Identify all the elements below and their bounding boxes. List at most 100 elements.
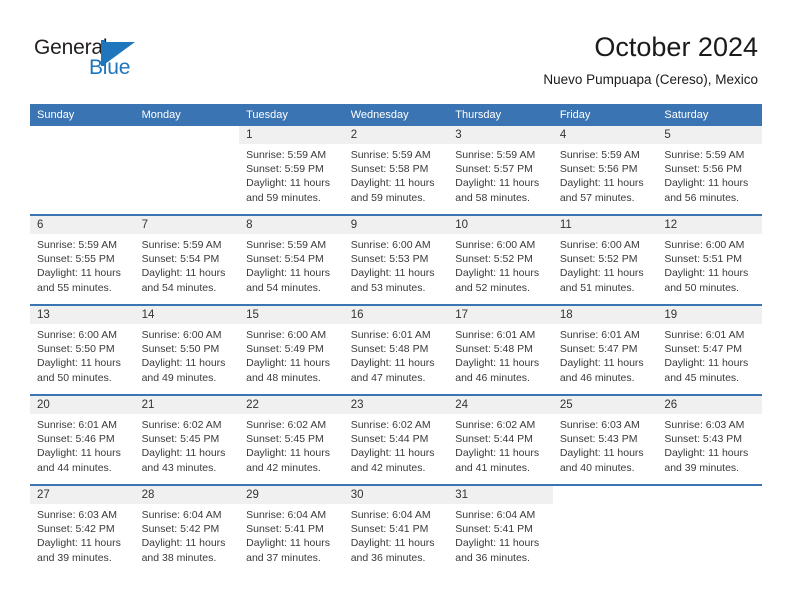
calendar-day-cell[interactable]: 2 Sunrise: 5:59 AM Sunset: 5:58 PM Daylight… [343,126,449,215]
calendar-day-cell[interactable]: 3 Sunrise: 5:59 AM Sunset: 5:57 PM Daylight… [448,126,553,215]
sun-info-sunset: Sunset: 5:48 PM [350,343,429,356]
calendar-day-cell[interactable]: 15 Sunrise: 6:00 AM Sunset: 5:49 PM Dayligh… [239,304,344,395]
calendar-day-cell[interactable]: 18 Sunrise: 6:01 AM Sunset: 5:47 PM Dayligh… [552,304,658,395]
sun-info: Sunrise: 5:59 AM Sunset: 5:54 PM Daylight:… [135,234,240,295]
day-number: 14 [134,306,240,324]
day-cell-content: 28 Sunrise: 6:04 AM Sunset: 5:42 PM Dayligh… [134,486,240,574]
calendar-day-cell[interactable]: 14 Sunrise: 6:00 AM Sunset: 5:50 PM Dayligh… [134,304,240,395]
sun-info-sunrise: Sunrise: 6:02 AM [455,419,536,431]
calendar-day-cell[interactable]: 5 Sunrise: 5:59 AM Sunset: 5:56 PM Daylight… [657,126,762,215]
sun-info-sunset: Sunset: 5:55 PM [37,253,115,266]
day-number: 13 [30,306,135,324]
calendar-day-cell[interactable]: 8 Sunrise: 5:59 AM Sunset: 5:54 PM Daylight… [239,214,344,305]
sun-info-daylight1: Daylight: 11 hours [141,357,226,370]
sun-info-sunset: Sunset: 5:58 PM [350,163,429,176]
calendar-day-cell[interactable]: 11 Sunrise: 6:00 AM Sunset: 5:52 PM Dayligh… [552,214,658,305]
calendar-day-cell[interactable]: 16 Sunrise: 6:01 AM Sunset: 5:48 PM Dayligh… [343,304,449,395]
calendar-day-cell[interactable]: 20 Sunrise: 6:01 AM Sunset: 5:46 PM Dayligh… [30,394,135,485]
sun-info-sunset: Sunset: 5:47 PM [559,343,638,356]
day-number: 16 [343,306,449,324]
sun-info-daylight1: Daylight: 11 hours [559,267,644,280]
calendar-table: Sunday Monday Tuesday Wednesday Thursday… [30,104,762,574]
sun-info-sunrise: Sunrise: 6:00 AM [350,239,431,251]
sun-info: Sunrise: 6:00 AM Sunset: 5:50 PM Daylight:… [135,324,240,385]
calendar-day-cell[interactable]: 4 Sunrise: 5:59 AM Sunset: 5:56 PM Daylight… [552,126,658,215]
location-subtitle: Nuevo Pumpuapa (Cereso), Mexico [543,72,758,87]
day-number: 29 [239,486,344,504]
sun-info: Sunrise: 6:04 AM Sunset: 5:42 PM Daylight:… [135,504,240,565]
day-number: 28 [134,486,240,504]
calendar-day-cell[interactable]: 7 Sunrise: 5:59 AM Sunset: 5:54 PM Daylight… [134,214,240,305]
sun-info-sunrise: Sunrise: 5:59 AM [37,239,117,251]
empty-day-cell [30,126,135,214]
sun-info-daylight2: and 37 minutes. [246,551,321,564]
day-cell-content: 1 Sunrise: 5:59 AM Sunset: 5:59 PM Daylight… [239,126,344,214]
day-number: 6 [30,216,135,234]
calendar-day-cell[interactable]: 30 Sunrise: 6:04 AM Sunset: 5:41 PM Dayligh… [343,484,449,574]
sun-info-daylight2: and 55 minutes. [37,281,112,294]
day-number: 2 [343,126,449,144]
sun-info-daylight1: Daylight: 11 hours [664,447,749,460]
sun-info-sunrise: Sunrise: 6:01 AM [664,329,745,341]
calendar-day-cell[interactable]: 28 Sunrise: 6:04 AM Sunset: 5:42 PM Dayligh… [134,484,240,574]
brand-logo[interactable]: General Blue [34,36,214,88]
sun-info-daylight2: and 52 minutes. [455,281,530,294]
sun-info-sunrise: Sunrise: 6:03 AM [664,419,745,431]
sun-info: Sunrise: 6:01 AM Sunset: 5:47 PM Daylight:… [553,324,658,385]
sun-info: Sunrise: 6:02 AM Sunset: 5:45 PM Daylight:… [239,414,344,475]
day-number: 24 [448,396,553,414]
calendar-day-cell[interactable]: 27 Sunrise: 6:03 AM Sunset: 5:42 PM Dayligh… [30,484,135,574]
calendar-day-cell[interactable]: 21 Sunrise: 6:02 AM Sunset: 5:45 PM Dayligh… [134,394,240,485]
calendar-day-cell[interactable]: 9 Sunrise: 6:00 AM Sunset: 5:53 PM Daylight… [343,214,449,305]
sun-info-sunset: Sunset: 5:42 PM [141,523,220,536]
empty-day-cell [134,126,240,214]
day-number: 8 [239,216,344,234]
calendar-day-cell[interactable]: 25 Sunrise: 6:03 AM Sunset: 5:43 PM Dayligh… [552,394,658,485]
sun-info-daylight1: Daylight: 11 hours [246,447,330,460]
sun-info-daylight2: and 43 minutes. [141,461,217,474]
sun-info-sunrise: Sunrise: 6:00 AM [455,239,536,251]
sun-info-sunset: Sunset: 5:44 PM [455,433,533,446]
sun-info-daylight2: and 42 minutes. [246,461,321,474]
day-cell-content: 16 Sunrise: 6:01 AM Sunset: 5:48 PM Dayligh… [343,306,449,394]
calendar-day-cell[interactable]: 24 Sunrise: 6:02 AM Sunset: 5:44 PM Dayligh… [448,394,553,485]
sun-info-sunset: Sunset: 5:44 PM [350,433,429,446]
brand-name-blue: Blue [89,56,131,79]
sun-info-daylight2: and 36 minutes. [350,551,426,564]
sun-info: Sunrise: 6:03 AM Sunset: 5:42 PM Daylight:… [30,504,135,565]
day-number: 4 [552,126,658,144]
calendar-day-cell[interactable]: 22 Sunrise: 6:02 AM Sunset: 5:45 PM Dayligh… [239,394,344,485]
calendar-day-cell[interactable]: 23 Sunrise: 6:02 AM Sunset: 5:44 PM Dayligh… [343,394,449,485]
sun-info-daylight1: Daylight: 11 hours [37,357,121,370]
sun-info-sunset: Sunset: 5:49 PM [246,343,324,356]
sun-info-sunset: Sunset: 5:42 PM [37,523,115,536]
sun-info: Sunrise: 5:59 AM Sunset: 5:55 PM Daylight:… [30,234,135,295]
calendar-day-cell[interactable]: 31 Sunrise: 6:04 AM Sunset: 5:41 PM Dayligh… [448,484,553,574]
calendar-day-cell[interactable]: 13 Sunrise: 6:00 AM Sunset: 5:50 PM Dayligh… [30,304,135,395]
sun-info-sunset: Sunset: 5:41 PM [350,523,429,536]
calendar-day-cell[interactable]: 6 Sunrise: 5:59 AM Sunset: 5:55 PM Daylight… [30,214,135,305]
sun-info-sunset: Sunset: 5:46 PM [37,433,115,446]
sun-info-daylight1: Daylight: 11 hours [455,177,540,190]
weekday-header-sunday: Sunday [30,104,135,126]
calendar-day-cell[interactable]: 29 Sunrise: 6:04 AM Sunset: 5:41 PM Dayligh… [239,484,344,574]
sun-info-daylight1: Daylight: 11 hours [455,537,540,550]
day-cell-content: 4 Sunrise: 5:59 AM Sunset: 5:56 PM Daylight… [552,126,658,214]
calendar-day-cell[interactable]: 12 Sunrise: 6:00 AM Sunset: 5:51 PM Dayligh… [657,214,762,305]
sun-info: Sunrise: 6:04 AM Sunset: 5:41 PM Daylight:… [344,504,449,565]
sun-info-sunrise: Sunrise: 6:04 AM [246,509,327,521]
sun-info-daylight2: and 59 minutes. [246,191,321,204]
sun-info-sunrise: Sunrise: 6:01 AM [350,329,431,341]
calendar-day-cell[interactable]: 10 Sunrise: 6:00 AM Sunset: 5:52 PM Dayligh… [448,214,553,305]
calendar-day-cell[interactable]: 26 Sunrise: 6:03 AM Sunset: 5:43 PM Dayligh… [657,394,762,485]
sun-info-sunrise: Sunrise: 5:59 AM [246,149,327,161]
calendar-week-row: 6 Sunrise: 5:59 AM Sunset: 5:55 PM Daylight… [30,214,762,305]
day-cell-content: 23 Sunrise: 6:02 AM Sunset: 5:44 PM Dayligh… [343,396,449,484]
calendar-week-row: 1 Sunrise: 5:59 AM Sunset: 5:59 PM Daylight… [30,126,762,215]
day-cell-content: 30 Sunrise: 6:04 AM Sunset: 5:41 PM Dayligh… [343,486,449,574]
calendar-day-cell[interactable]: 17 Sunrise: 6:01 AM Sunset: 5:48 PM Dayligh… [448,304,553,395]
calendar-day-cell[interactable]: 19 Sunrise: 6:01 AM Sunset: 5:47 PM Dayligh… [657,304,762,395]
day-number: 27 [30,486,135,504]
sun-info-daylight2: and 56 minutes. [664,191,740,204]
calendar-day-cell[interactable]: 1 Sunrise: 5:59 AM Sunset: 5:59 PM Daylight… [239,126,344,215]
